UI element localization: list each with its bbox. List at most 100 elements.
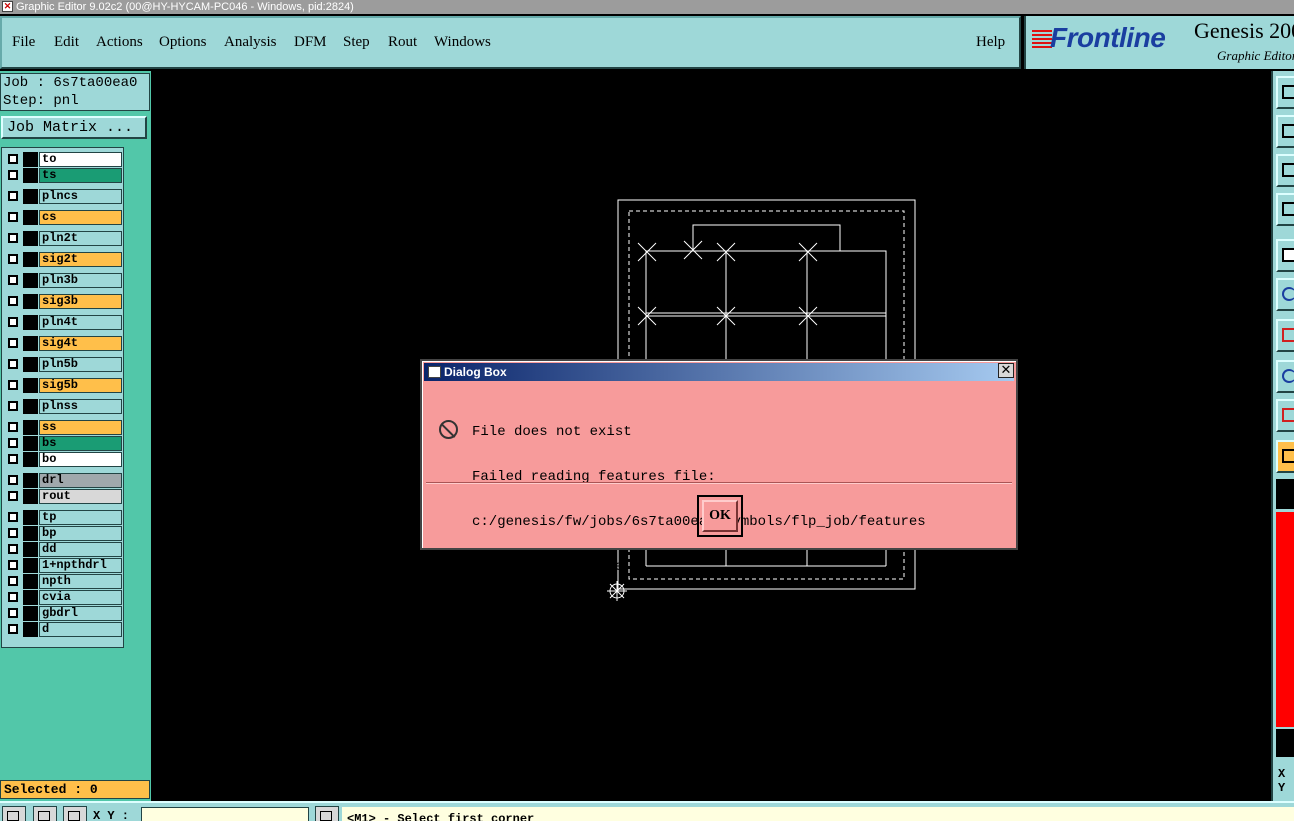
layer-color-swatch[interactable] [23,294,38,309]
layer-color-swatch[interactable] [23,273,38,288]
layer-checkbox[interactable] [8,254,18,264]
layer-name[interactable]: dd [39,542,122,557]
layer-name[interactable]: sig5b [39,378,122,393]
layer-row[interactable]: 1+npthdrl [4,558,122,573]
menu-options[interactable]: Options [159,34,207,51]
layer-name[interactable]: drl [39,473,122,488]
menu-edit[interactable]: Edit [54,34,79,51]
layer-name[interactable]: ss [39,420,122,435]
layer-color-swatch[interactable] [23,590,38,605]
layer-name[interactable]: plncs [39,189,122,204]
layer-checkbox[interactable] [8,154,18,164]
layer-row[interactable]: cvia [4,590,122,605]
layer-checkbox[interactable] [8,475,18,485]
layer-checkbox[interactable] [8,359,18,369]
layer-name[interactable]: ts [39,168,122,183]
layer-checkbox[interactable] [8,544,18,554]
layer-checkbox[interactable] [8,454,18,464]
layer-checkbox[interactable] [8,233,18,243]
layer-color-swatch[interactable] [23,542,38,557]
layer-color-swatch[interactable] [23,558,38,573]
menu-file[interactable]: File [12,34,35,51]
layer-row[interactable]: pln4t [4,315,122,330]
tool-open-button[interactable] [1276,76,1294,109]
layer-checkbox[interactable] [8,170,18,180]
layer-name[interactable]: bo [39,452,122,467]
layer-name[interactable]: bp [39,526,122,541]
menu-dfm[interactable]: DFM [294,34,327,51]
layer-checkbox[interactable] [8,608,18,618]
tool-net-button[interactable] [1276,278,1294,311]
xy-coordinate-field[interactable] [141,807,309,821]
layer-checkbox[interactable] [8,592,18,602]
menu-rout[interactable]: Rout [388,34,417,51]
layer-color-swatch[interactable] [23,606,38,621]
layer-checkbox[interactable] [8,275,18,285]
menu-help[interactable]: Help [976,34,1005,51]
tool-layer-button[interactable] [1276,115,1294,148]
layer-checkbox[interactable] [8,528,18,538]
layer-color-swatch[interactable] [23,510,38,525]
menu-windows[interactable]: Windows [434,34,491,51]
layer-name[interactable]: cs [39,210,122,225]
layer-checkbox[interactable] [8,560,18,570]
layer-checkbox[interactable] [8,624,18,634]
layer-color-swatch[interactable] [23,315,38,330]
layer-color-swatch[interactable] [23,357,38,372]
layer-row[interactable]: pln3b [4,273,122,288]
ok-button[interactable]: OK [702,500,738,532]
layer-name[interactable]: sig3b [39,294,122,309]
layer-row[interactable]: sig4t [4,336,122,351]
layer-row[interactable]: tp [4,510,122,525]
layer-name[interactable]: 1+npthdrl [39,558,122,573]
layer-color-swatch[interactable] [23,526,38,541]
layer-row[interactable]: bp [4,526,122,541]
layer-checkbox[interactable] [8,296,18,306]
layer-row[interactable]: rout [4,489,122,504]
menu-analysis[interactable]: Analysis [224,34,277,51]
layer-color-swatch[interactable] [23,378,38,393]
menu-actions[interactable]: Actions [96,34,143,51]
layer-name[interactable]: pln3b [39,273,122,288]
layer-row[interactable]: ss [4,420,122,435]
layer-row[interactable]: bs [4,436,122,451]
layer-color-swatch[interactable] [23,452,38,467]
tool-pointer-button[interactable] [1276,440,1294,473]
layer-color-swatch[interactable] [23,574,38,589]
layer-checkbox[interactable] [8,491,18,501]
tool-point-button[interactable] [1276,360,1294,393]
layer-color-swatch[interactable] [23,420,38,435]
layer-color-swatch[interactable] [23,336,38,351]
layer-checkbox[interactable] [8,380,18,390]
layer-color-swatch[interactable] [23,210,38,225]
layer-row[interactable]: sig5b [4,378,122,393]
layer-name[interactable]: gbdrl [39,606,122,621]
layer-checkbox[interactable] [8,401,18,411]
layer-color-swatch[interactable] [23,622,38,637]
layer-color-swatch[interactable] [23,152,38,167]
select-tool-button[interactable] [2,806,26,821]
layer-color-swatch[interactable] [23,473,38,488]
tool-display-button[interactable] [1276,239,1294,272]
info-button[interactable] [315,806,339,821]
layer-row[interactable]: npth [4,574,122,589]
job-matrix-button[interactable]: Job Matrix ... [1,116,147,139]
tool-arc-button[interactable] [1276,399,1294,432]
layer-row[interactable]: drl [4,473,122,488]
check-tool-button[interactable] [33,806,57,821]
layer-checkbox[interactable] [8,317,18,327]
grid-tool-button[interactable] [63,806,87,821]
layer-name[interactable]: sig4t [39,336,122,351]
layer-name[interactable]: npth [39,574,122,589]
layer-checkbox[interactable] [8,576,18,586]
layer-name[interactable]: sig2t [39,252,122,267]
layer-checkbox[interactable] [8,191,18,201]
layer-checkbox[interactable] [8,212,18,222]
layer-row[interactable]: d [4,622,122,637]
layer-name[interactable]: to [39,152,122,167]
layer-checkbox[interactable] [8,512,18,522]
layer-checkbox[interactable] [8,338,18,348]
tool-measure-button[interactable] [1276,193,1294,226]
layer-name[interactable]: rout [39,489,122,504]
layer-name[interactable]: pln2t [39,231,122,246]
